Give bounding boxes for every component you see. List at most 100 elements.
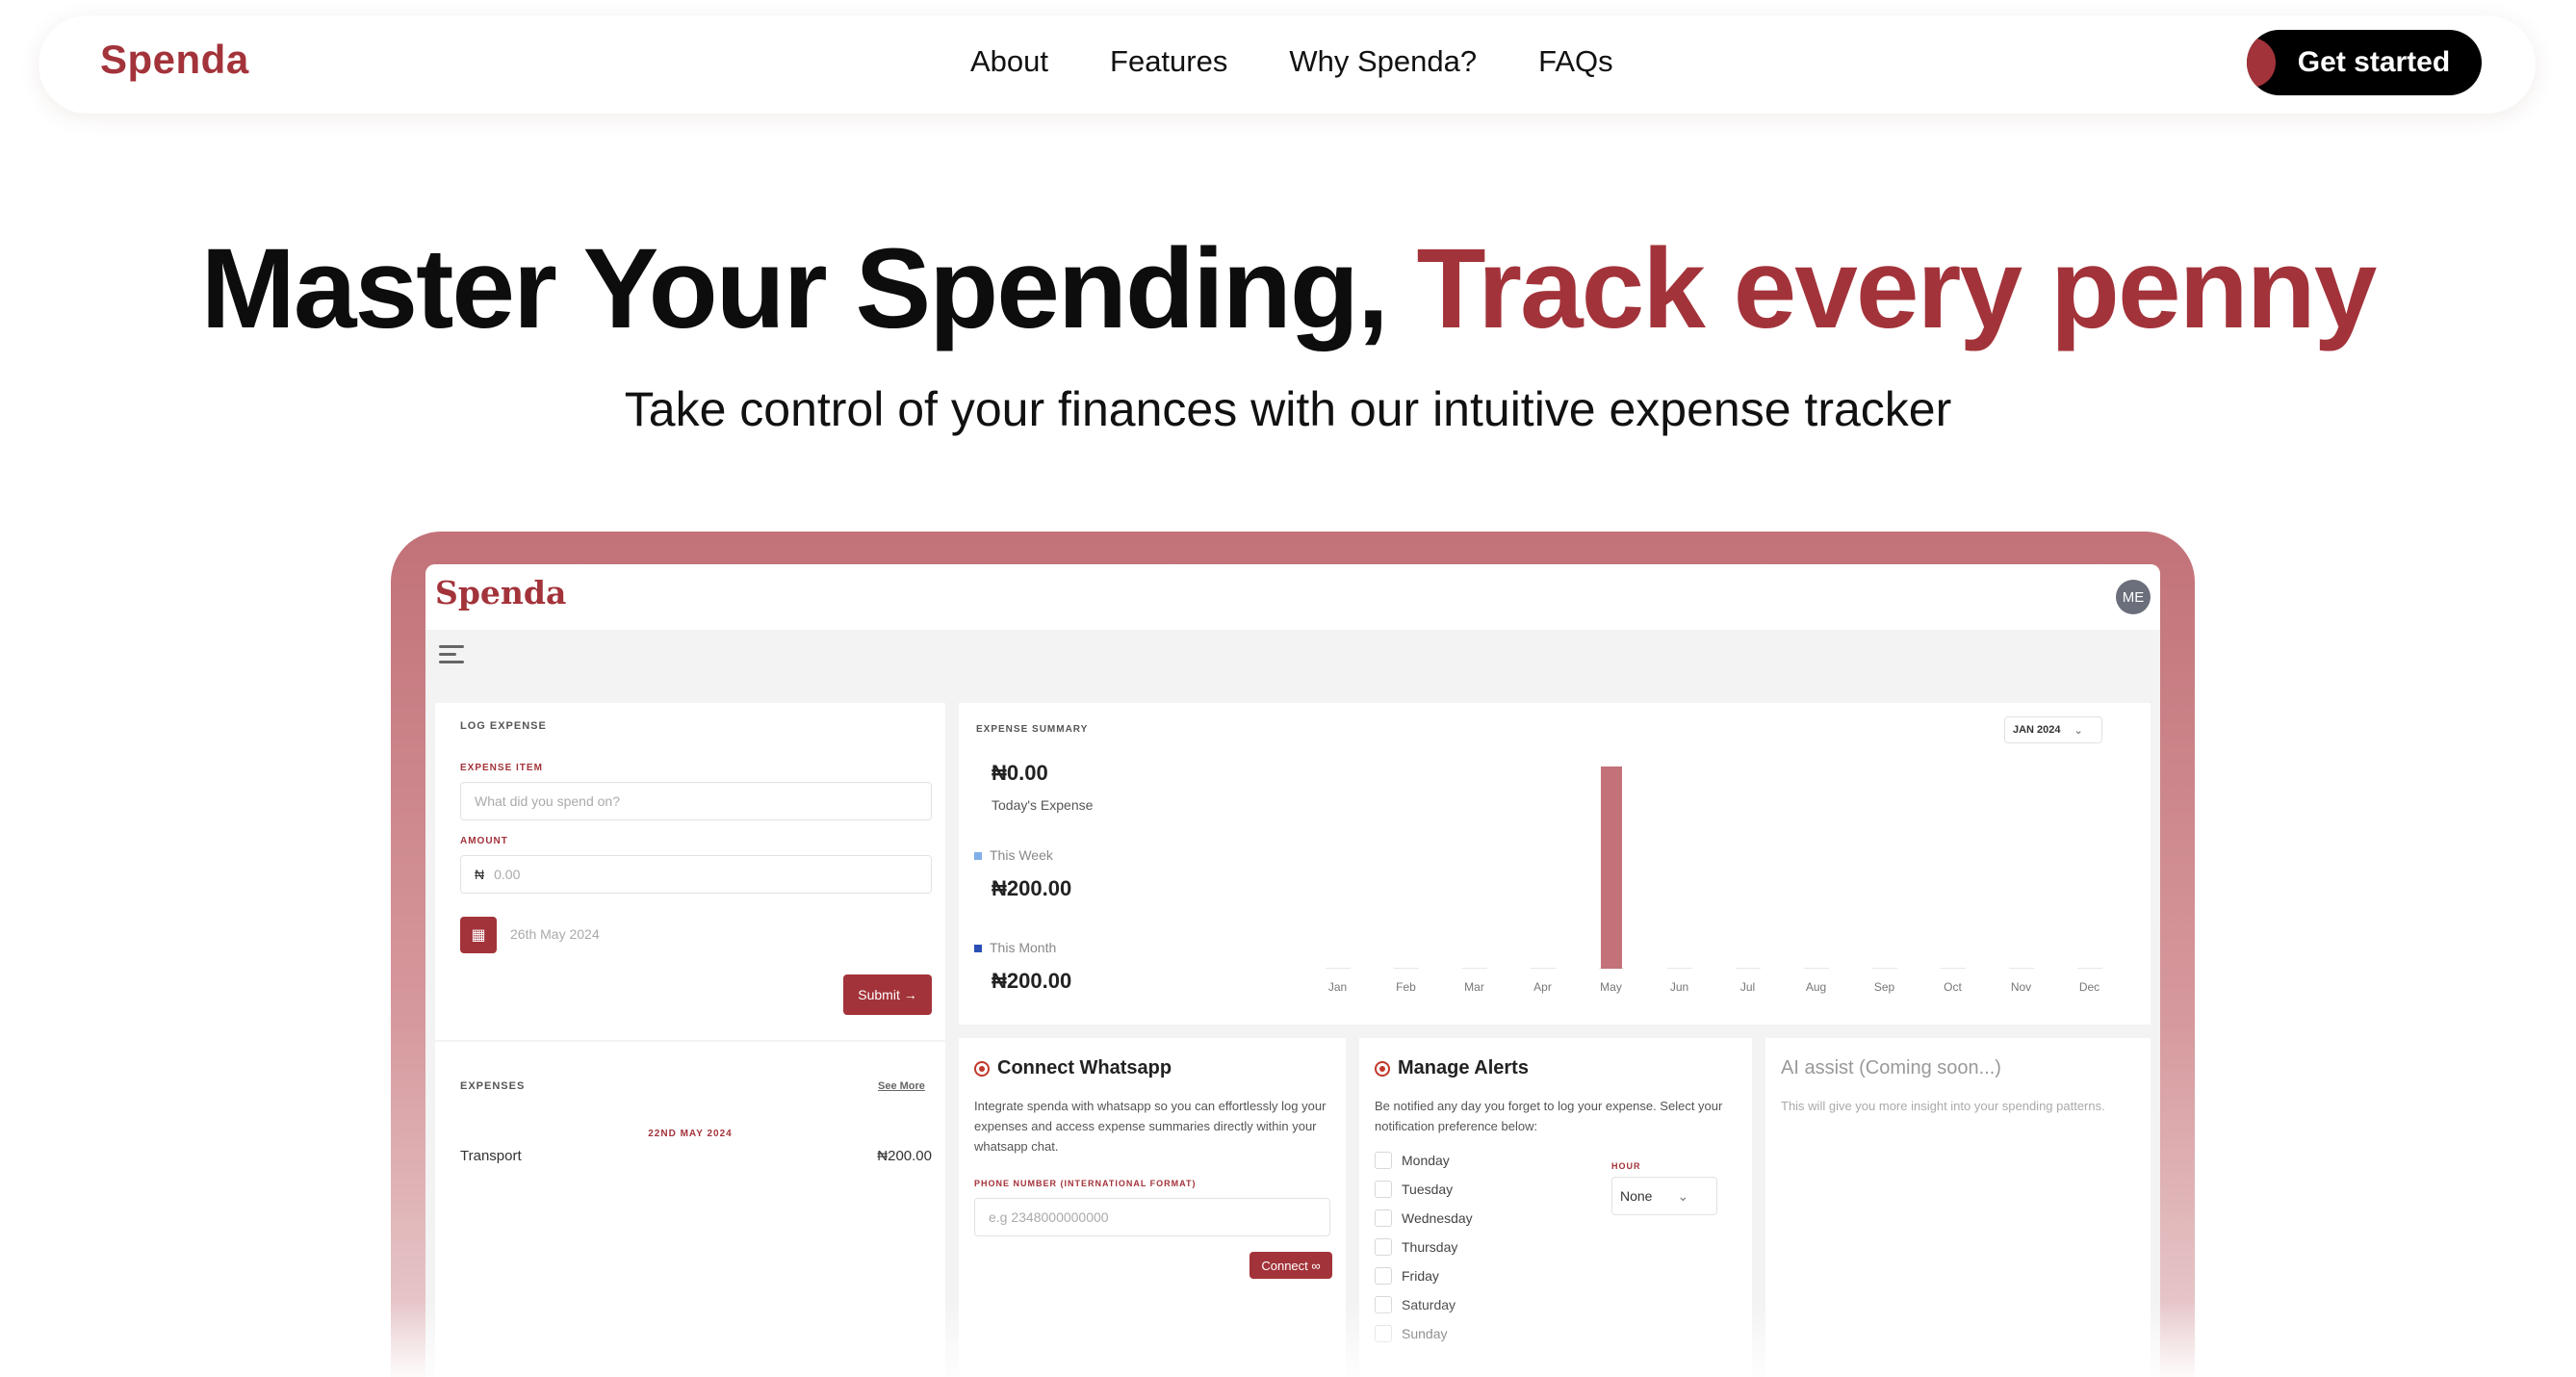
ai-assist-panel: AI assist (Coming soon...) This will giv…	[1765, 1038, 2151, 1377]
log-expense-heading: LOG EXPENSE	[460, 720, 547, 732]
checkbox	[1375, 1238, 1392, 1256]
chart-month-label: Mar	[1464, 980, 1484, 994]
chart-bar	[1600, 766, 1622, 969]
chart-month-label: Dec	[2078, 980, 2100, 994]
date-value: 26th May 2024	[510, 926, 600, 942]
phone-number-label: PHONE NUMBER (INTERNATIONAL FORMAT)	[974, 1179, 1197, 1188]
expense-bar-chart: Jan Feb Mar Apr May Jun Jul Aug Sep Oct Nov Dec	[1303, 761, 2124, 1001]
today-amount: ₦0.00	[992, 761, 1048, 785]
day-label: Monday	[1402, 1153, 1450, 1168]
connect-whatsapp-title-text: Connect Whatsapp	[997, 1057, 1172, 1078]
connect-whatsapp-panel: Connect Whatsapp Integrate spenda with w…	[959, 1038, 1346, 1377]
hour-select: None ⌄	[1611, 1177, 1717, 1215]
month-legend: This Month	[974, 940, 1056, 955]
checkbox	[1375, 1181, 1392, 1198]
connect-whatsapp-text: Integrate spenda with whatsapp so you ca…	[974, 1099, 1327, 1154]
hour-select-value: None	[1620, 1188, 1653, 1204]
day-monday: Monday	[1375, 1152, 1450, 1169]
chart-month-label: Apr	[1533, 980, 1552, 994]
submit-button: Submit →	[843, 974, 932, 1015]
checkbox	[1375, 1152, 1392, 1169]
month-legend-swatch	[974, 945, 982, 953]
month-label: This Month	[990, 940, 1057, 955]
expenses-heading: EXPENSES	[460, 1080, 526, 1092]
manage-alerts-text: Be notified any day you forget to log yo…	[1375, 1099, 1723, 1133]
chart-baseline	[2008, 968, 2034, 969]
day-label: Saturday	[1402, 1297, 1456, 1312]
nav-link-features[interactable]: Features	[1110, 44, 1227, 79]
checkbox	[1375, 1296, 1392, 1313]
get-started-label: Get started	[2297, 46, 2451, 78]
connect-button: Connect ∞	[1249, 1252, 1332, 1279]
checkbox	[1375, 1209, 1392, 1227]
chart-baseline	[1871, 968, 1897, 969]
menu-icon	[439, 645, 464, 666]
month-select: JAN 2024 ⌄	[2004, 716, 2102, 743]
day-label: Wednesday	[1402, 1210, 1473, 1226]
hero-subtitle: Take control of your finances with our i…	[624, 382, 1952, 436]
currency-symbol: ₦	[475, 867, 485, 882]
hero-title-accent: Track every penny	[1416, 225, 2378, 352]
chart-month-label: Sep	[1873, 980, 1895, 994]
month-select-value: JAN 2024	[2013, 724, 2061, 736]
chart-month-label: Oct	[1944, 980, 1962, 994]
week-amount: ₦200.00	[992, 876, 1072, 900]
nav-link-about[interactable]: About	[970, 44, 1048, 79]
chevron-down-icon: ⌄	[2074, 724, 2083, 737]
amount-label: AMOUNT	[460, 836, 508, 846]
manage-alerts-title-text: Manage Alerts	[1398, 1057, 1529, 1078]
day-label: Sunday	[1402, 1326, 1448, 1341]
day-friday: Friday	[1375, 1267, 1439, 1285]
chart-baseline	[2076, 968, 2102, 969]
brand-logo[interactable]: Spenda	[100, 37, 249, 83]
chart-baseline	[1666, 968, 1692, 969]
hero-title: Master Your Spending, Track every penny	[0, 223, 2576, 354]
day-tuesday: Tuesday	[1375, 1181, 1453, 1198]
month-amount: ₦200.00	[992, 969, 1072, 993]
expense-item-label: EXPENSE ITEM	[460, 763, 543, 773]
checkbox	[1375, 1267, 1392, 1285]
chevron-down-icon: ⌄	[1677, 1187, 1689, 1204]
radio-icon	[1375, 1060, 1390, 1077]
nav-link-faqs[interactable]: FAQs	[1538, 44, 1613, 79]
day-wednesday: Wednesday	[1375, 1209, 1473, 1227]
chart-baseline	[1530, 968, 1556, 969]
nav-link-why-spenda[interactable]: Why Spenda?	[1289, 44, 1477, 79]
phone-number-input: e.g 2348000000000	[974, 1198, 1330, 1236]
log-expense-panel: LOG EXPENSE EXPENSE ITEM What did you sp…	[435, 703, 945, 1040]
chart-month-label: Aug	[1805, 980, 1827, 994]
hour-label: HOUR	[1611, 1161, 1641, 1171]
chart-baseline	[1461, 968, 1487, 969]
expenses-panel: EXPENSES See More 22ND MAY 2024 Transpor…	[435, 1040, 945, 1377]
expense-item-name: Transport	[460, 1148, 522, 1164]
chart-baseline	[1940, 968, 1966, 969]
chart-month-label: Jan	[1327, 980, 1348, 994]
day-saturday: Saturday	[1375, 1296, 1455, 1313]
chart-month-label: Jul	[1739, 980, 1756, 994]
expense-item-input: What did you spend on?	[460, 782, 932, 820]
checkbox	[1375, 1325, 1392, 1342]
amount-input: ₦ 0.00	[460, 855, 932, 894]
manage-alerts-panel: Manage Alerts Be notified any day you fo…	[1359, 1038, 1752, 1377]
hero-title-main: Master Your Spending,	[200, 225, 1417, 352]
week-legend-swatch	[974, 852, 982, 861]
day-label: Tuesday	[1402, 1182, 1454, 1197]
amount-placeholder: 0.00	[494, 867, 521, 882]
expense-item-amount: ₦200.00	[877, 1148, 932, 1164]
app-brand: Spenda	[435, 574, 567, 611]
expense-summary-heading: EXPENSE SUMMARY	[976, 724, 1089, 735]
week-legend: This Week	[974, 847, 1053, 863]
avatar: ME	[2116, 580, 2151, 614]
chart-baseline	[1325, 968, 1351, 969]
connect-whatsapp-title: Connect Whatsapp	[974, 1057, 1172, 1079]
ai-assist-text: This will give you more insight into you…	[1781, 1099, 2105, 1113]
calendar-icon: ▦	[460, 917, 497, 953]
cta-accent-dot	[2247, 38, 2276, 88]
chart-baseline	[1735, 968, 1761, 969]
get-started-button[interactable]: Get started	[2247, 30, 2482, 95]
chart-month-label: Jun	[1669, 980, 1689, 994]
app-preview: Spenda ME LOG EXPENSE EXPENSE ITEM What …	[425, 564, 2160, 1377]
chart-month-label: May	[1600, 980, 1622, 994]
expense-date: 22ND MAY 2024	[648, 1129, 733, 1139]
day-thursday: Thursday	[1375, 1238, 1457, 1256]
